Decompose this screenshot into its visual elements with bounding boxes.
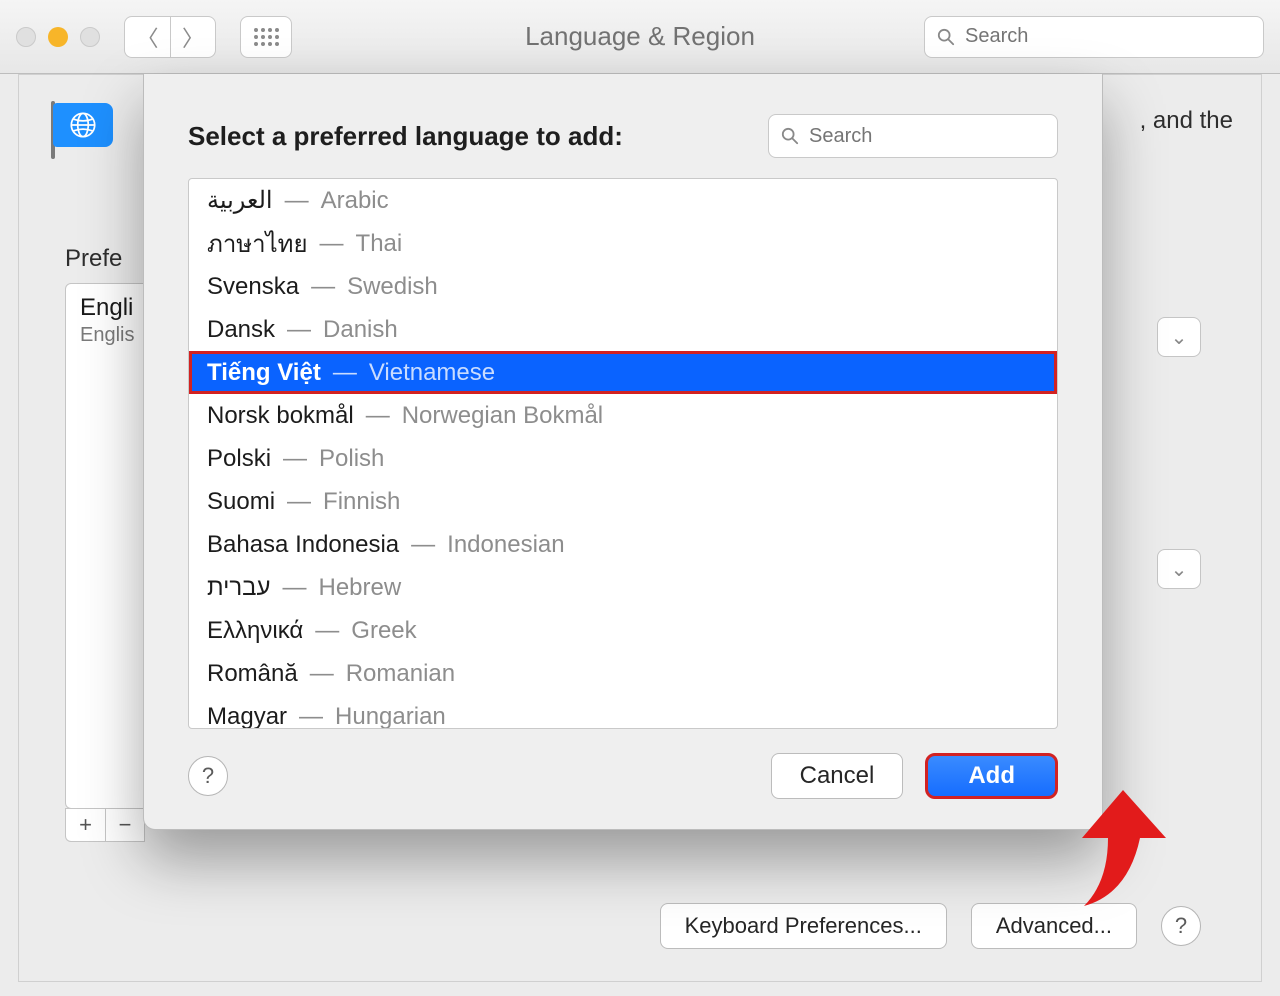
window-controls: [16, 27, 100, 47]
zoom-window-button[interactable]: [80, 27, 100, 47]
show-all-button[interactable]: [240, 16, 292, 58]
advanced-button[interactable]: Advanced...: [971, 903, 1137, 949]
dash-separator: —: [287, 316, 311, 344]
language-native: Norsk bokmål: [207, 402, 354, 430]
language-native: Polski: [207, 445, 271, 473]
question-icon: ?: [1175, 913, 1187, 939]
add-language-button[interactable]: +: [65, 808, 105, 842]
language-english: Norwegian Bokmål: [402, 402, 603, 430]
language-row[interactable]: ภาษาไทย — Thai: [189, 222, 1057, 265]
language-native: Ελληνικά: [207, 617, 303, 645]
question-icon: ?: [202, 763, 214, 789]
keyboard-preferences-button[interactable]: Keyboard Preferences...: [660, 903, 947, 949]
language-region-icon: [47, 97, 119, 165]
language-english: Thai: [356, 230, 403, 258]
language-row[interactable]: Tiếng Việt — Vietnamese: [189, 351, 1057, 394]
dash-separator: —: [315, 617, 339, 645]
language-row[interactable]: Română — Romanian: [189, 652, 1057, 695]
sheet-help-button[interactable]: ?: [188, 756, 228, 796]
language-english: Swedish: [347, 273, 438, 301]
language-native: Magyar: [207, 703, 287, 730]
chevron-right-icon: 〉: [182, 21, 204, 53]
language-english: Romanian: [346, 660, 455, 688]
add-button[interactable]: Add: [925, 753, 1058, 799]
search-icon: [937, 28, 955, 46]
toolbar-search-input[interactable]: [963, 24, 1251, 49]
language-native: Dansk: [207, 316, 275, 344]
language-native: Română: [207, 660, 298, 688]
add-language-sheet: Select a preferred language to add: العر…: [143, 74, 1103, 830]
dash-separator: —: [287, 488, 311, 516]
language-native: Svenska: [207, 273, 299, 301]
toolbar: 〈 〉 Language & Region: [0, 0, 1280, 74]
chevron-left-icon: 〈: [136, 21, 158, 53]
intro-text: , and the: [1140, 97, 1233, 135]
sheet-search[interactable]: [768, 114, 1058, 158]
popup-stepper[interactable]: ⌄: [1157, 317, 1201, 357]
dash-separator: —: [366, 402, 390, 430]
language-english: Indonesian: [447, 531, 564, 559]
remove-language-button[interactable]: −: [105, 808, 145, 842]
close-window-button[interactable]: [16, 27, 36, 47]
cancel-button[interactable]: Cancel: [771, 753, 904, 799]
language-english: Hebrew: [318, 574, 401, 602]
bottom-buttons: Keyboard Preferences... Advanced... ?: [660, 903, 1201, 949]
dash-separator: —: [411, 531, 435, 559]
language-native: Tiếng Việt: [207, 359, 321, 387]
back-button[interactable]: 〈: [124, 16, 170, 58]
popup-stepper[interactable]: ⌄: [1157, 549, 1201, 589]
language-row[interactable]: Suomi — Finnish: [189, 480, 1057, 523]
language-native: Bahasa Indonesia: [207, 531, 399, 559]
language-row[interactable]: Ελληνικά — Greek: [189, 609, 1057, 652]
language-english: Danish: [323, 316, 398, 344]
sheet-title: Select a preferred language to add:: [188, 121, 623, 152]
language-native: العربية: [207, 186, 273, 215]
nav-buttons: 〈 〉: [124, 16, 216, 58]
language-native: ภาษาไทย: [207, 224, 308, 263]
language-row[interactable]: Dansk — Danish: [189, 308, 1057, 351]
language-list[interactable]: العربية—Arabicภาษาไทย—ThaiSvenska—Swedis…: [188, 178, 1058, 729]
help-button[interactable]: ?: [1161, 906, 1201, 946]
language-row[interactable]: Magyar — Hungarian: [189, 695, 1057, 729]
dash-separator: —: [282, 574, 306, 602]
dash-separator: —: [283, 445, 307, 473]
language-english: Polish: [319, 445, 384, 473]
language-row[interactable]: Polski — Polish: [189, 437, 1057, 480]
search-icon: [781, 127, 799, 145]
dash-separator: —: [310, 660, 334, 688]
dash-separator: —: [299, 703, 323, 730]
language-english: Vietnamese: [369, 359, 495, 387]
language-row[interactable]: العربية — Arabic: [189, 179, 1057, 222]
grid-icon: [254, 28, 279, 46]
sheet-search-input[interactable]: [807, 124, 1045, 149]
globe-icon: [69, 111, 97, 139]
dash-separator: —: [285, 187, 309, 215]
language-row[interactable]: Norsk bokmål — Norwegian Bokmål: [189, 394, 1057, 437]
toolbar-search[interactable]: [924, 16, 1264, 58]
language-english: Finnish: [323, 488, 400, 516]
forward-button[interactable]: 〉: [170, 16, 216, 58]
language-english: Arabic: [321, 187, 389, 215]
language-native: Suomi: [207, 488, 275, 516]
minimize-window-button[interactable]: [48, 27, 68, 47]
dash-separator: —: [311, 273, 335, 301]
language-row[interactable]: Svenska — Swedish: [189, 265, 1057, 308]
language-native: עברית: [207, 574, 270, 602]
language-row[interactable]: עברית — Hebrew: [189, 566, 1057, 609]
language-english: Greek: [351, 617, 416, 645]
language-english: Hungarian: [335, 703, 446, 730]
dash-separator: —: [333, 359, 357, 387]
dash-separator: —: [320, 230, 344, 258]
language-row[interactable]: Bahasa Indonesia — Indonesian: [189, 523, 1057, 566]
